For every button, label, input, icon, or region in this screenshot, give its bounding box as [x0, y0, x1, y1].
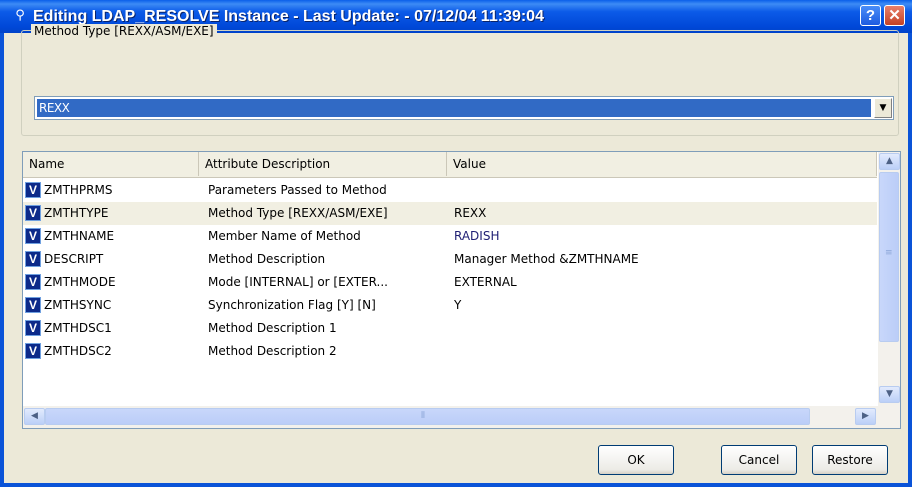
attribute-value: RADISH [454, 229, 500, 243]
column-header-name[interactable]: Name [23, 152, 199, 176]
attribute-description: Method Type [REXX/ASM/EXE] [208, 206, 388, 220]
scroll-left-icon[interactable]: ◀ [24, 408, 45, 425]
help-button[interactable]: ? [860, 5, 881, 26]
attribute-name: ZMTHSYNC [44, 298, 112, 312]
variable-icon: V [25, 182, 41, 198]
grip-icon: ⦀ [421, 411, 425, 421]
table-row[interactable]: V ZMTHPRMS Parameters Passed to Method [23, 179, 877, 202]
method-type-selected-value[interactable]: REXX [37, 99, 871, 117]
attribute-name: ZMTHTYPE [44, 206, 109, 220]
attribute-description: Method Description 2 [208, 344, 337, 358]
attribute-name: ZMTHPRMS [44, 183, 113, 197]
attribute-value: REXX [454, 206, 487, 220]
scroll-up-icon[interactable]: ▲ [879, 153, 900, 170]
table-row[interactable]: V ZMTHSYNC Synchronization Flag [Y] [N] … [23, 294, 877, 317]
variable-icon: V [25, 251, 41, 267]
attribute-description: Parameters Passed to Method [208, 183, 387, 197]
cancel-button[interactable]: Cancel [721, 445, 797, 475]
attribute-value: Y [454, 298, 462, 312]
attribute-name: ZMTHMODE [44, 275, 116, 289]
horizontal-scroll-thumb[interactable]: ⦀ [45, 408, 810, 425]
close-button[interactable]: ✕ [884, 5, 905, 26]
ok-button[interactable]: OK [598, 445, 674, 475]
variable-icon: V [25, 274, 41, 290]
attribute-description: Mode [INTERNAL] or [EXTER... [208, 275, 388, 289]
method-type-group-label: Method Type [REXX/ASM/EXE] [31, 24, 217, 38]
restore-button[interactable]: Restore [812, 445, 888, 475]
attribute-name: ZMTHDSC2 [44, 344, 112, 358]
attribute-description: Method Description 1 [208, 321, 337, 335]
variable-icon: V [25, 320, 41, 336]
table-row[interactable]: V ZMTHDSC2 Method Description 2 [23, 340, 877, 363]
app-icon: ⚲ [15, 8, 25, 23]
column-header-value[interactable]: Value [447, 152, 877, 176]
variable-icon: V [25, 297, 41, 313]
attribute-name: DESCRIPT [44, 252, 104, 266]
variable-icon: V [25, 205, 41, 221]
attribute-name: ZMTHNAME [44, 229, 115, 243]
vertical-scroll-thumb[interactable]: ≡ [879, 172, 899, 342]
attribute-description: Method Description [208, 252, 326, 266]
table-row[interactable]: V ZMTHDSC1 Method Description 1 [23, 317, 877, 340]
method-type-group [21, 30, 899, 136]
column-header-attribute-description[interactable]: Attribute Description [199, 152, 447, 176]
attribute-list[interactable]: Name Attribute Description Value V ZMTHP… [22, 151, 901, 429]
method-type-select[interactable]: REXX ▼ [34, 96, 894, 120]
variable-icon: V [25, 343, 41, 359]
table-row[interactable]: V ZMTHTYPE Method Type [REXX/ASM/EXE] RE… [23, 202, 877, 225]
grip-icon: ≡ [885, 248, 893, 258]
horizontal-scrollbar[interactable]: ◀ ⦀ ▶ [23, 406, 900, 428]
attribute-description: Member Name of Method [208, 229, 361, 243]
table-row[interactable]: V ZMTHMODE Mode [INTERNAL] or [EXTER... … [23, 271, 877, 294]
vertical-scrollbar[interactable]: ▲ ≡ ▼ [878, 152, 900, 406]
list-header: Name Attribute Description Value [23, 152, 877, 178]
attribute-value: Manager Method &ZMTHNAME [454, 252, 639, 266]
attribute-name: ZMTHDSC1 [44, 321, 112, 335]
scroll-right-icon[interactable]: ▶ [855, 408, 876, 425]
table-row[interactable]: V DESCRIPT Method Description Manager Me… [23, 248, 877, 271]
attribute-description: Synchronization Flag [Y] [N] [208, 298, 376, 312]
dropdown-arrow-icon[interactable]: ▼ [874, 98, 892, 118]
table-row[interactable]: V ZMTHNAME Member Name of Method RADISH [23, 225, 877, 248]
attribute-value: EXTERNAL [454, 275, 517, 289]
variable-icon: V [25, 228, 41, 244]
scroll-down-icon[interactable]: ▼ [879, 386, 900, 403]
